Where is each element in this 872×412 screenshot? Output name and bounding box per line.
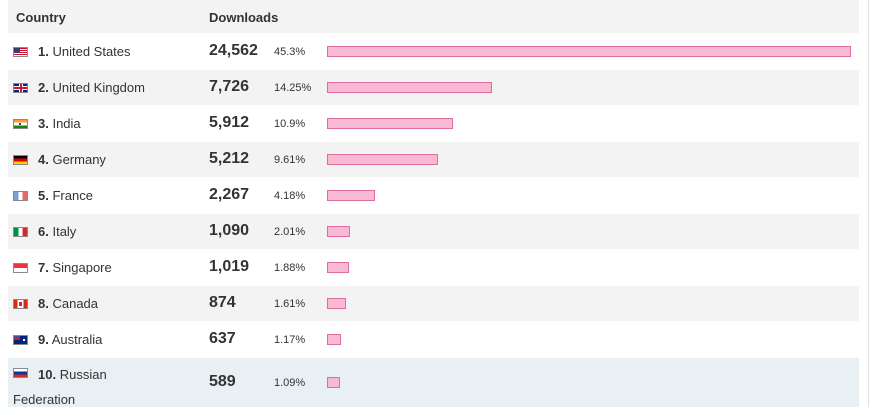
country-name: 3. India <box>38 116 81 131</box>
download-count: 1,090 <box>209 222 250 239</box>
country-name: 10. Russian Federation <box>13 367 107 407</box>
share-bar <box>327 262 349 273</box>
germany-flag-icon <box>13 155 28 165</box>
country-column-header[interactable]: Country <box>16 10 66 25</box>
download-count: 2,267 <box>209 186 250 203</box>
download-percent: 1.88% <box>274 262 306 274</box>
italy-flag-icon <box>13 227 28 237</box>
share-bar <box>327 377 340 388</box>
table-row: 8. Canada 874 1.61% <box>8 285 859 321</box>
singapore-flag-icon <box>13 263 28 273</box>
country-name: 7. Singapore <box>38 260 112 275</box>
india-flag-icon <box>13 119 28 129</box>
country-name: 2. United Kingdom <box>38 80 145 95</box>
uk-flag-icon <box>13 83 28 93</box>
table-row: 1. United States 24,562 45.3% <box>8 33 859 69</box>
australia-flag-icon <box>13 335 28 345</box>
download-percent: 4.18% <box>274 190 306 202</box>
download-count: 24,562 <box>209 42 258 59</box>
download-percent: 2.01% <box>274 226 306 238</box>
country-name: 8. Canada <box>38 296 99 311</box>
table-row: 4. Germany 5,212 9.61% <box>8 141 859 177</box>
table-row: 2. United Kingdom 7,726 14.25% <box>8 69 859 105</box>
share-bar <box>327 190 375 201</box>
table-row: 6. Italy 1,090 2.01% <box>8 213 859 249</box>
country-name: 1. United States <box>38 44 131 59</box>
canada-flag-icon <box>13 299 28 309</box>
us-flag-icon <box>13 47 28 57</box>
download-percent: 14.25% <box>274 82 312 94</box>
country-name: 6. Italy <box>38 224 77 239</box>
share-bar <box>327 46 851 57</box>
country-name: 5. France <box>38 188 93 203</box>
table-row: 10. Russian Federation 589 1.09% <box>8 357 859 407</box>
download-count: 1,019 <box>209 258 250 275</box>
table-header: Country Downloads <box>8 0 859 33</box>
scroll-edge <box>868 0 869 407</box>
table-row: 5. France 2,267 4.18% <box>8 177 859 213</box>
table-row: 7. Singapore 1,019 1.88% <box>8 249 859 285</box>
table-row: 9. Australia 637 1.17% <box>8 321 859 357</box>
downloads-column-header[interactable]: Downloads <box>209 10 278 25</box>
download-percent: 45.3% <box>274 46 306 58</box>
download-count: 5,212 <box>209 150 250 167</box>
download-percent: 1.61% <box>274 298 306 310</box>
download-count: 874 <box>209 294 236 311</box>
download-percent: 9.61% <box>274 154 306 166</box>
download-count: 637 <box>209 330 236 347</box>
share-bar <box>327 334 341 345</box>
share-bar <box>327 82 492 93</box>
download-percent: 1.09% <box>274 377 306 389</box>
download-count: 5,912 <box>209 114 250 131</box>
downloads-by-country-table: Country Downloads 1. United States 24,56… <box>8 0 859 407</box>
share-bar <box>327 226 350 237</box>
download-count: 7,726 <box>209 78 250 95</box>
share-bar <box>327 298 346 309</box>
share-bar <box>327 154 438 165</box>
table-row: 3. India 5,912 10.9% <box>8 105 859 141</box>
france-flag-icon <box>13 191 28 201</box>
share-bar <box>327 118 453 129</box>
download-count: 589 <box>209 373 236 390</box>
download-percent: 1.17% <box>274 334 306 346</box>
country-name: 9. Australia <box>38 332 103 347</box>
country-name: 4. Germany <box>38 152 106 167</box>
download-percent: 10.9% <box>274 118 306 130</box>
